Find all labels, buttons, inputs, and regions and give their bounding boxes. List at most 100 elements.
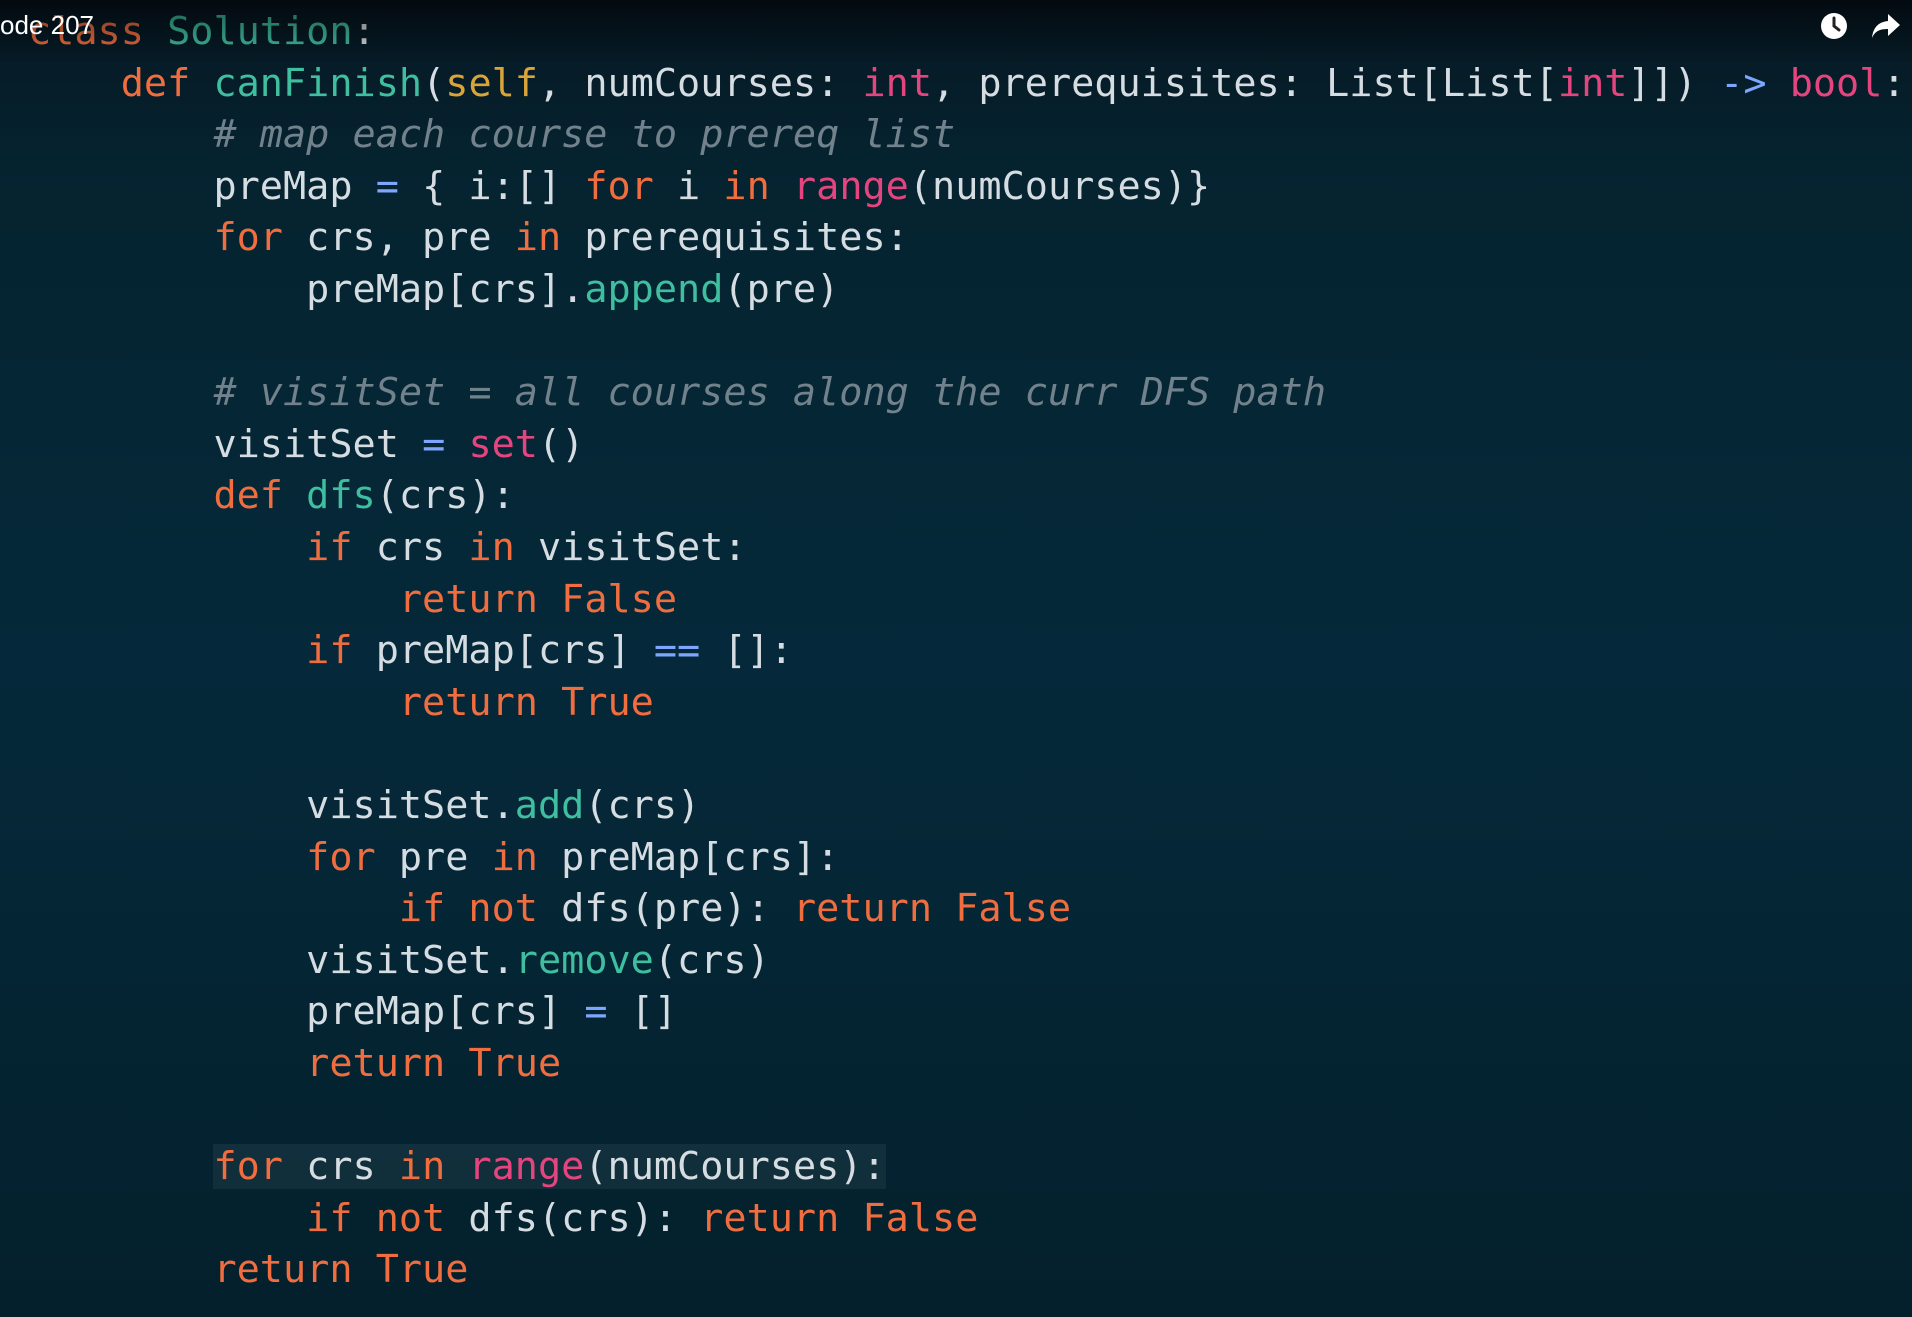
code-line: def dfs(crs): xyxy=(28,470,1912,522)
code-token: (numCourses): xyxy=(584,1144,886,1190)
code-token: == xyxy=(653,628,701,674)
code-line: def canFinish(self, numCourses: int, pre… xyxy=(28,58,1912,110)
code-token: True xyxy=(468,1040,562,1086)
code-token: for xyxy=(213,215,283,261)
code-token: in xyxy=(491,834,538,880)
code-token: dfs xyxy=(306,473,376,519)
code-token: for xyxy=(584,163,654,209)
code-token: crs xyxy=(282,1144,399,1190)
code-token: False xyxy=(561,576,678,622)
code-line: return False xyxy=(28,574,1912,626)
code-token: preMap[crs]. xyxy=(306,266,585,312)
code-token: if xyxy=(306,628,353,674)
video-title[interactable]: ode 207 xyxy=(0,10,94,41)
code-token: in xyxy=(468,524,515,570)
code-token: = xyxy=(422,421,446,467)
code-token: = xyxy=(584,989,608,1035)
code-token: True xyxy=(375,1247,469,1293)
code-token: crs, pre xyxy=(282,215,515,261)
code-token: preMap[crs] xyxy=(352,628,654,674)
code-token: [] xyxy=(607,989,678,1035)
code-token: not xyxy=(375,1195,446,1241)
code-token: if xyxy=(398,886,446,932)
code-token: int xyxy=(1557,60,1628,106)
share-arrow-icon xyxy=(1872,14,1900,38)
code-token: (crs) xyxy=(584,782,701,828)
code-token: return xyxy=(398,679,538,725)
code-editor: class Solution: def canFinish(self, numC… xyxy=(28,6,1912,1296)
code-token: () xyxy=(537,421,585,467)
code-token: not xyxy=(468,886,538,932)
code-line: if crs in visitSet: xyxy=(28,522,1912,574)
code-token: remove xyxy=(514,937,654,983)
code-line: return True xyxy=(28,1038,1912,1090)
code-token: (crs): xyxy=(375,473,515,519)
code-line: # map each course to prereq list xyxy=(28,109,1912,161)
code-token: []: xyxy=(700,628,793,674)
code-line: visitSet.add(crs) xyxy=(28,780,1912,832)
code-token: for xyxy=(306,834,376,880)
code-token: return xyxy=(213,1247,353,1293)
share-button[interactable] xyxy=(1860,0,1912,52)
code-token: visitSet. xyxy=(306,782,515,828)
code-token: ( xyxy=(422,60,446,106)
code-token xyxy=(445,1144,469,1190)
code-token: pre xyxy=(375,834,492,880)
code-line: preMap[crs] = [] xyxy=(28,986,1912,1038)
code-token: def xyxy=(120,60,191,106)
code-token: # map each course to prereq list xyxy=(213,112,956,158)
video-frame[interactable]: ode 207 class Solution: def canFinish(se… xyxy=(0,0,1912,1317)
code-token: visitSet: xyxy=(514,524,747,570)
code-token: canFinish xyxy=(213,60,423,106)
top-right-controls xyxy=(1808,0,1912,52)
code-token: ]]) xyxy=(1627,60,1721,106)
code-token: False xyxy=(955,886,1072,932)
code-token: return xyxy=(700,1195,840,1241)
code-token: i xyxy=(653,163,724,209)
clock-icon xyxy=(1821,13,1847,39)
code-token: preMap[crs]: xyxy=(537,834,840,880)
code-token: int xyxy=(862,60,933,106)
code-token: preMap[crs] xyxy=(306,989,585,1035)
code-token: (crs) xyxy=(653,937,770,983)
code-token: visitSet. xyxy=(306,937,515,983)
code-token: in xyxy=(514,215,562,261)
code-line: visitSet = set() xyxy=(28,419,1912,471)
code-token: return xyxy=(306,1040,446,1086)
code-token: visitSet xyxy=(213,421,423,467)
code-token: # visitSet = all courses along the curr … xyxy=(213,370,1327,416)
watch-later-button[interactable] xyxy=(1808,0,1860,52)
code-token: (numCourses)} xyxy=(908,163,1211,209)
code-line: preMap = { i:[] for i in range(numCourse… xyxy=(28,161,1912,213)
video-top-bar xyxy=(0,0,1912,64)
code-line: for pre in preMap[crs]: xyxy=(28,832,1912,884)
code-line: if not dfs(pre): return False xyxy=(28,883,1912,935)
code-token: append xyxy=(584,266,724,312)
code-token: for xyxy=(213,1144,283,1190)
code-token: return xyxy=(398,576,538,622)
code-line: visitSet.remove(crs) xyxy=(28,935,1912,987)
